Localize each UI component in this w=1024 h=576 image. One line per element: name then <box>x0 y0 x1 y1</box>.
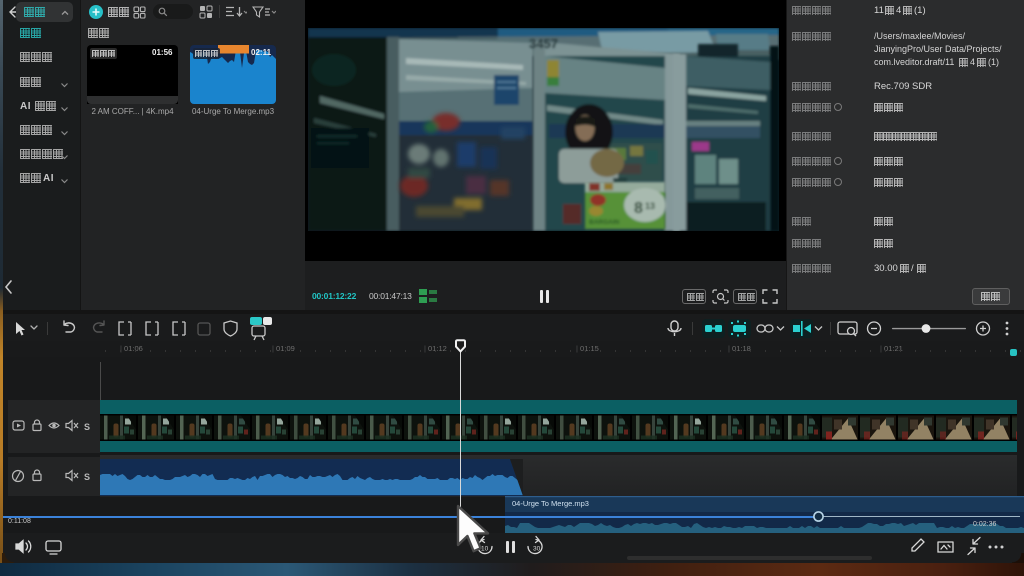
svg-text:S: S <box>84 422 90 432</box>
svg-text:S: S <box>84 472 90 482</box>
svg-text:30: 30 <box>533 546 541 553</box>
